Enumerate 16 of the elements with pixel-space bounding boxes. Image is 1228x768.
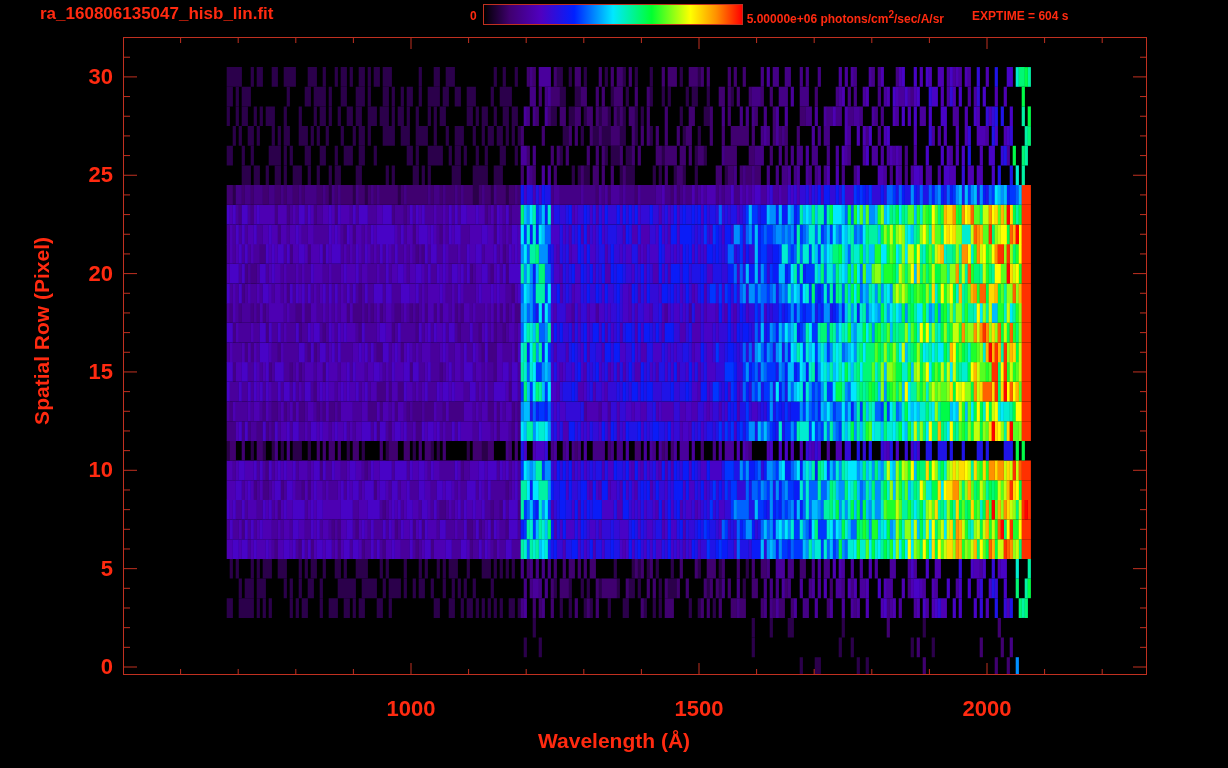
x-axis-label: Wavelength (Å) bbox=[538, 729, 691, 753]
y-axis-label: Spatial Row (Pixel) bbox=[30, 237, 54, 425]
file-title: ra_160806135047_hisb_lin.fit bbox=[40, 4, 275, 24]
x-tick-label: 1000 bbox=[386, 697, 436, 721]
colorbar-max-label: 5.00000e+06 photons/cm$^{2}$/sec/A/sr bbox=[746, 9, 945, 26]
y-tick-label: 25 bbox=[88, 164, 113, 187]
y-tick-label: 5 bbox=[100, 557, 113, 580]
x-tick-label: 2000 bbox=[962, 697, 1012, 721]
exposure-time: EXPTIME = 604 s bbox=[972, 9, 1069, 23]
colorbar-min-label: 0 bbox=[470, 9, 477, 23]
y-tick-label: 0 bbox=[100, 656, 113, 678]
y-tick-label: 30 bbox=[88, 65, 113, 88]
y-tick-label: 15 bbox=[88, 360, 113, 383]
y-tick-label: 10 bbox=[88, 459, 113, 482]
y-tick-label: 20 bbox=[88, 262, 113, 285]
x-tick-label: 1500 bbox=[674, 697, 724, 721]
